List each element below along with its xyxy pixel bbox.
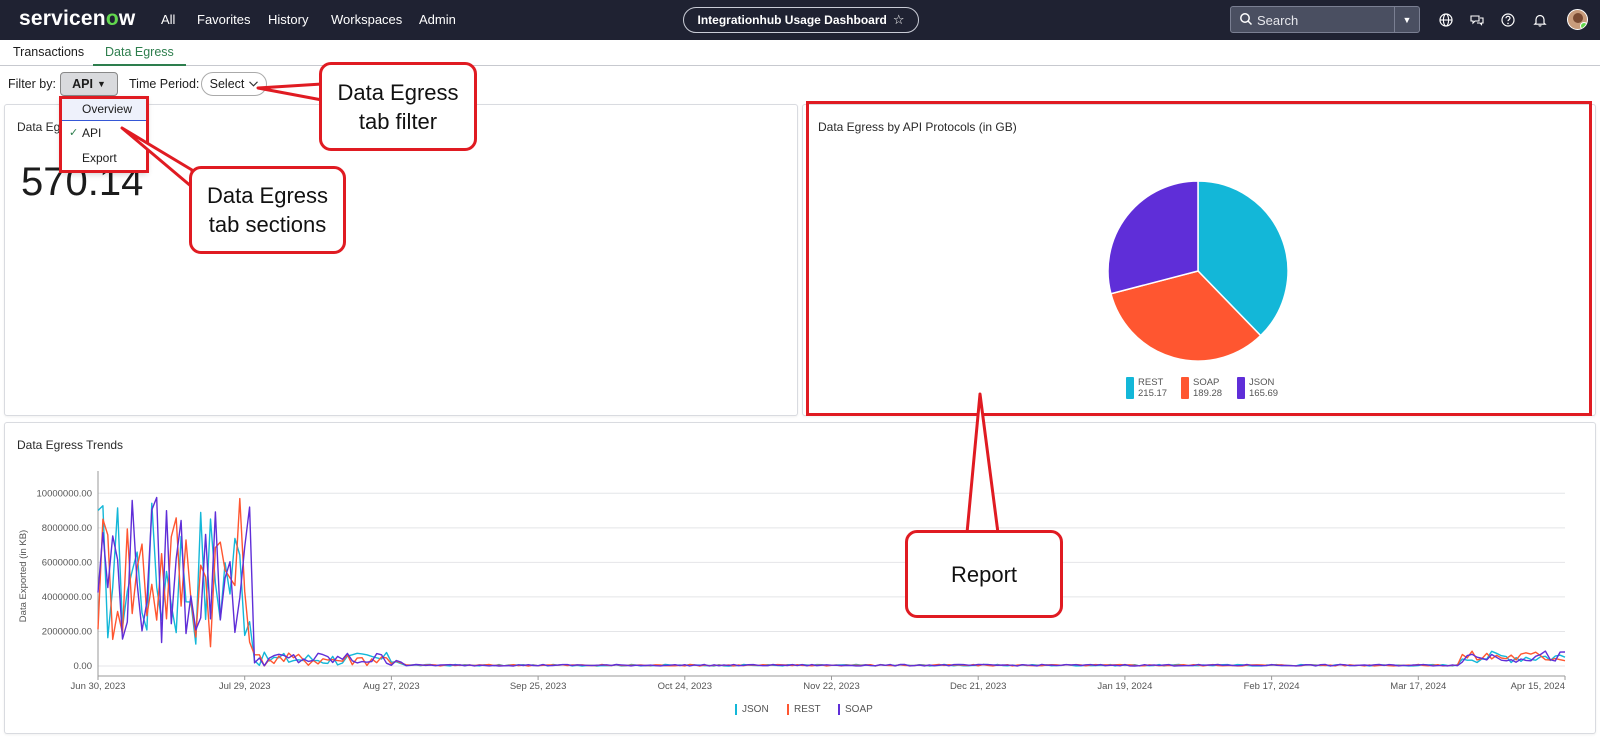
y-tick-label: 4000000.00 [42, 592, 92, 603]
trends-line-chart: 0.00 2000000.00 4000000.00 6000000.00 800000… [18, 471, 1566, 692]
x-tick-label: Dec 21, 2023 [950, 681, 1007, 692]
y-tick-label: 10000000.00 [37, 488, 92, 499]
checkmark-icon: ✓ [69, 127, 79, 139]
menu-item-api[interactable]: ✓ API [62, 122, 146, 145]
x-tick-label: Jan 19, 2024 [1097, 681, 1152, 692]
y-tick-label: 2000000.00 [42, 626, 92, 637]
x-tick-label: Feb 17, 2024 [1244, 681, 1300, 692]
x-tick-label: Jul 29, 2023 [219, 681, 271, 692]
x-tick-label: Mar 17, 2024 [1390, 681, 1446, 692]
report-annotation-callout: Report [905, 530, 1063, 618]
x-tick-label: Aug 27, 2023 [363, 681, 420, 692]
menu-item-export[interactable]: Export [62, 147, 146, 170]
series-line-rest[interactable] [97, 497, 1566, 667]
y-tick-label: 0.00 [74, 661, 93, 672]
series-line-soap[interactable] [97, 496, 1566, 667]
y-tick-label: 8000000.00 [42, 523, 92, 534]
filter-annotation-callout: Data Egress tab filter [319, 62, 477, 151]
filter-by-menu: Overview ✓ API Export [61, 97, 147, 172]
menu-item-overview[interactable]: Overview [62, 98, 146, 121]
x-tick-label: Oct 24, 2023 [658, 681, 712, 692]
x-tick-label: Nov 22, 2023 [803, 681, 860, 692]
x-tick-label: Sep 25, 2023 [510, 681, 567, 692]
y-axis-label: Data Exported (in KB) [18, 530, 29, 622]
x-tick-label: Jun 30, 2023 [71, 681, 126, 692]
y-tick-label: 6000000.00 [42, 557, 92, 568]
x-tick-label: Apr 15, 2024 [1511, 681, 1565, 692]
sections-annotation-callout: Data Egress tab sections [189, 166, 346, 254]
